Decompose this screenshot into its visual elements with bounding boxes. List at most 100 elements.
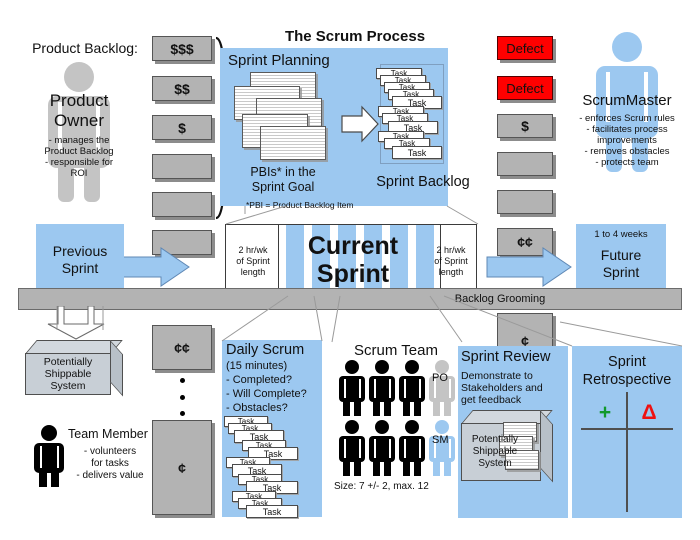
task-card: Task [246,505,298,518]
planning-to-backlog-arrow [341,105,379,143]
shippable-system-box-review: Potentially Shippable System [461,410,565,510]
future-sprint-duration: 1 to 4 weeks [594,228,648,240]
shippable-system-box-left[interactable]: Potentially Shippable System [25,340,125,397]
ellipsis-dot [179,378,185,383]
sprint-retrospective-heading: Sprint Retrospective [572,350,682,392]
shippable-left-l1: Potentially [43,356,93,368]
backlog-item-6[interactable]: ¢¢ [152,325,212,370]
right-backlog-item-2-label: $ [521,118,529,134]
task-card-label: Task [262,506,282,517]
team-figure-row2-1 [338,420,366,476]
scrum-team-size-note: Size: 7 +/- 2, max. 12 [334,481,429,492]
daily-scrum-question-2: - Will Complete? [226,388,307,400]
team-leg-right [354,399,361,416]
review-shippable-l1: Potentially [471,434,519,445]
scrum-master-role: ScrumMaster [582,91,672,109]
current-to-future-arrow [486,247,572,287]
team-arm-gap-left [404,379,406,398]
team-arm-gap-right [389,439,391,458]
planning-note-left: 2 hr/wk of Sprint length [228,240,278,282]
right-backlog-item-1[interactable]: Defect [497,76,553,100]
sm-head [435,420,449,434]
team-leg-right [384,399,391,416]
backlog-item-2-label: $ [178,119,186,136]
planning-note-left-l2: of Sprint [236,255,270,266]
shippable-system-label-review: Potentially Shippable System [461,428,529,476]
team-leg-left [373,399,380,416]
backlog-item-1[interactable]: $$ [152,76,212,101]
team-leg-left [343,399,350,416]
team-leg-right [414,459,421,476]
review-shippable-l3: System [478,458,512,469]
planning-note-right-l3: length [438,266,464,277]
right-backlog-item-3[interactable] [497,152,553,176]
backlog-grooming-label: Backlog Grooming [454,293,546,305]
sm-leg-left [433,459,440,476]
page-title: The Scrum Process [284,27,426,45]
retro-heading-l1: Sprint [608,354,646,370]
scrum-team-heading: Scrum Team [354,341,438,359]
backlog-item-2[interactable]: $ [152,115,212,140]
backlog-ellipsis [176,378,188,416]
ellipsis-dot [179,411,185,416]
team-leg-left [403,399,410,416]
pbi-caption-line2: Sprint Goal [251,180,315,194]
team-member-head [41,425,57,441]
right-backlog-item-4[interactable] [497,190,553,214]
previous-sprint-label: Previous Sprint [36,240,124,280]
current-sprint-line1: Current [307,232,399,260]
product-owner-role-line2: Owner [53,111,105,130]
product-owner-tag: PO [432,372,448,384]
team-leg-left [373,459,380,476]
team-arm-gap-left [344,439,346,458]
task-card-label: Task [407,147,427,158]
team-member-bullet-2: for tasks [91,458,129,469]
backlog-item-0[interactable]: $$$ [152,36,212,61]
team-member-figure [32,425,66,487]
team-arm-gap-left [404,439,406,458]
scrum-master-head [612,32,642,62]
team-head [375,360,389,374]
retro-plus-symbol: + [598,401,612,424]
team-member-bullet-1: - volunteers [83,446,137,457]
team-member-arm-gap-left [40,446,42,468]
sprint-backlog-task-stack: Task Task Task Task Task Task Task Task … [376,66,454,164]
scrum-master-bullets: - enforces Scrum rules - facilitates pro… [579,112,675,168]
planning-note-left-l1: 2 hr/wk [238,244,268,255]
pbi-card [260,126,326,160]
pbi-caption-line1: PBIs* in the [250,165,316,179]
daily-scrum-heading: Daily Scrum [226,342,305,358]
team-figure-scrum-master [428,420,456,476]
backlog-item-4[interactable] [152,192,212,217]
product-backlog-label-wrap: Product Backlog: [20,38,150,58]
team-member-bullet-3: - delivers value [76,470,144,481]
pbi-caption: PBIs* in the Sprint Goal [228,162,338,198]
shippable-system-label-left: Potentially Shippable System [25,354,111,394]
team-head [405,420,419,434]
backlog-item-7-label: ¢ [178,459,186,476]
backlog-grooming-bar: Backlog Grooming [18,288,682,310]
ellipsis-dot [179,394,185,400]
team-head [345,420,359,434]
right-backlog-item-2[interactable]: $ [497,114,553,138]
review-shippable-l2: Shippable [472,446,518,457]
team-head [405,360,419,374]
shippable-box-side-face [110,340,123,397]
sprint-backlog-heading: Sprint Backlog [376,174,470,190]
team-arm-gap-right [419,379,421,398]
task-card: Task [392,146,442,159]
product-backlog-label: Product Backlog: [32,40,138,56]
backlog-item-3[interactable] [152,154,212,179]
planning-note-right-l2: of Sprint [434,255,468,266]
previous-sprint-line1: Previous [52,243,108,259]
backlog-item-7[interactable]: ¢ [152,420,212,515]
daily-scrum-task-stack: Task Task Task Task Task Task Task Task … [224,416,320,518]
product-owner-figure [42,62,116,202]
sprint-review-body-3: get feedback [461,394,522,406]
sprint-review-heading: Sprint Review [461,349,551,365]
daily-scrum-question-1: - Completed? [226,374,293,386]
po-leg-right [444,399,451,416]
team-member-arm-gap-right [57,446,59,468]
team-figure-product-owner [428,360,456,416]
right-backlog-item-0[interactable]: Defect [497,36,553,60]
